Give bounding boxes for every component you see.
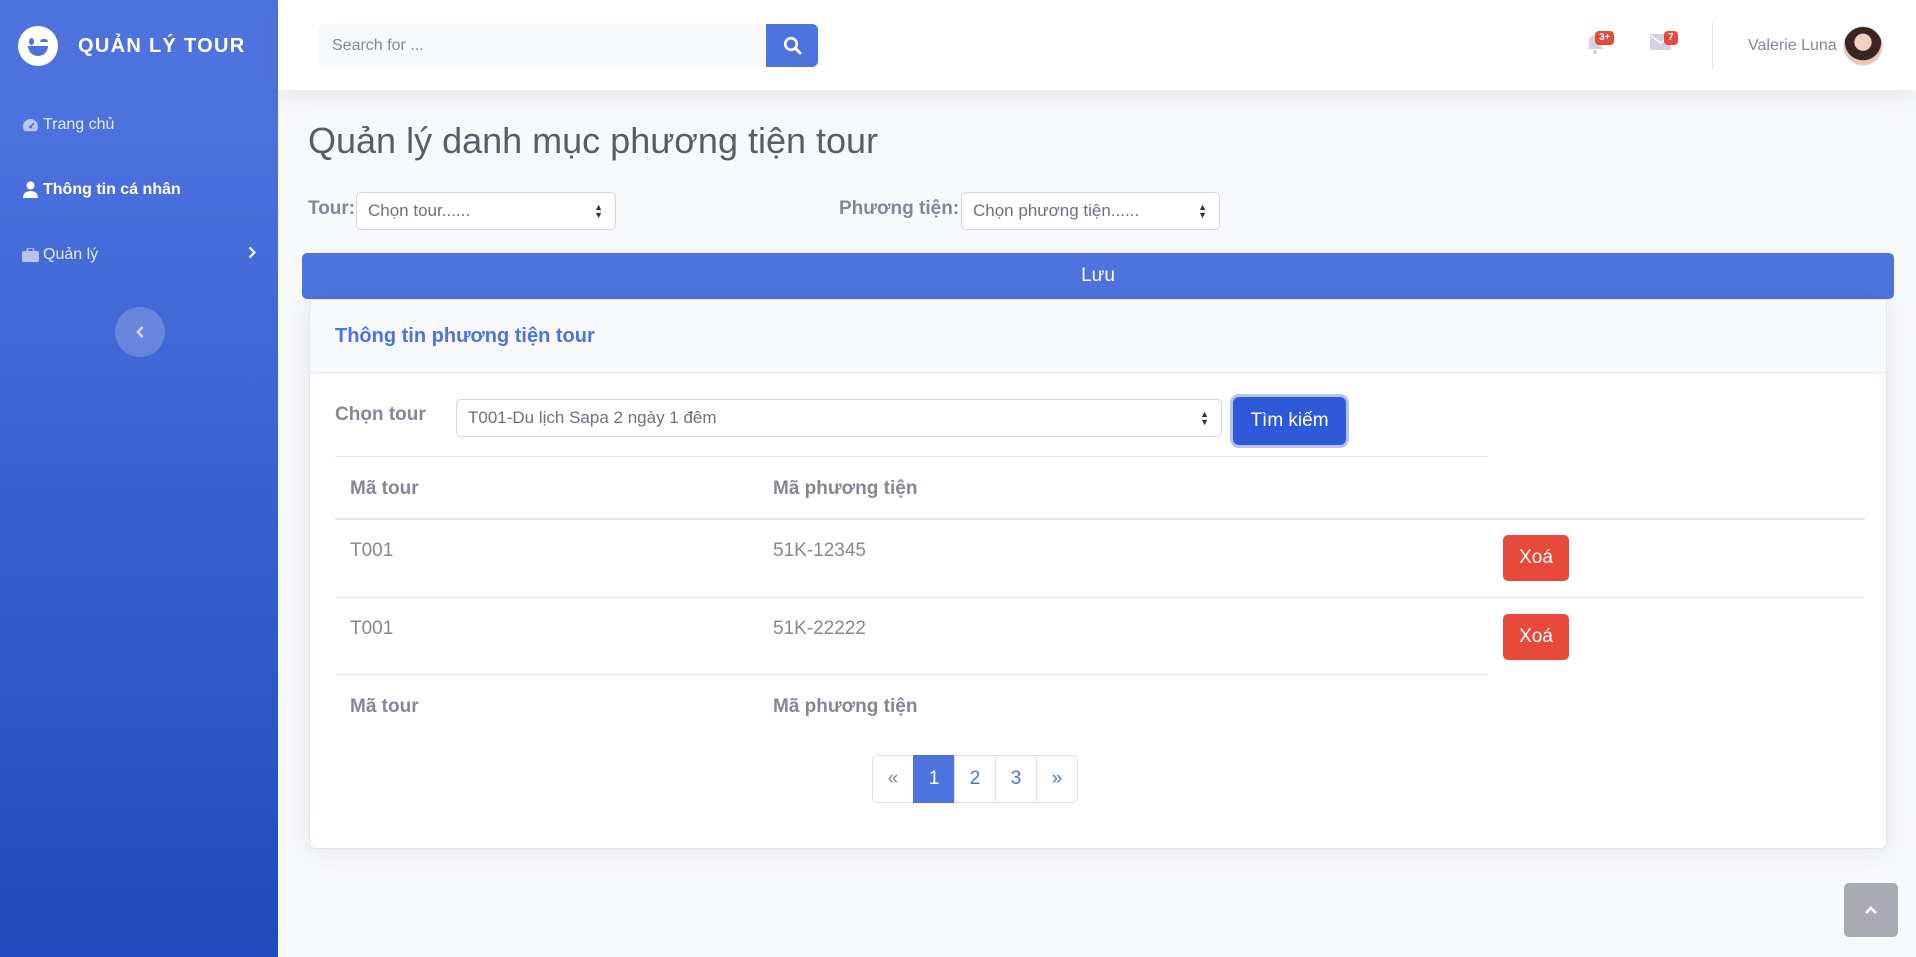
search-button[interactable] xyxy=(766,24,818,67)
briefcase-icon xyxy=(20,247,40,262)
cell-tour: T001 xyxy=(350,540,394,561)
column-header-tour: Mã tour xyxy=(350,478,419,499)
brand-title: QUẢN LÝ TOUR xyxy=(78,34,246,57)
table-divider xyxy=(335,456,1488,457)
sidebar-item-label: Thông tin cá nhân xyxy=(43,180,181,198)
search-input[interactable] xyxy=(318,24,766,67)
tour-label: Tour: xyxy=(308,198,356,219)
chevron-right-icon xyxy=(248,246,257,263)
chevron-up-icon xyxy=(1865,906,1877,914)
select-arrows-icon: ▲ ▼ xyxy=(594,202,603,220)
sidebar-toggle-button[interactable] xyxy=(115,307,165,357)
brand[interactable]: QUẢN LÝ TOUR xyxy=(0,0,278,92)
card-header: Thông tin phương tiện tour xyxy=(310,300,1886,373)
page-next[interactable]: » xyxy=(1036,755,1078,803)
alerts-dropdown[interactable]: 3+ xyxy=(1586,31,1615,59)
messages-dropdown[interactable]: 7 xyxy=(1650,31,1678,55)
column-header-vehicle: Mã phương tiện xyxy=(773,478,918,499)
choose-tour-label: Chọn tour xyxy=(335,404,426,425)
search-icon xyxy=(783,36,801,55)
topbar-search xyxy=(318,24,818,67)
messages-badge: 7 xyxy=(1664,31,1678,45)
avatar[interactable] xyxy=(1843,26,1883,66)
save-button[interactable]: Lưu xyxy=(302,253,1894,299)
page-3[interactable]: 3 xyxy=(995,755,1037,803)
laugh-wink-icon xyxy=(18,26,58,66)
page-2[interactable]: 2 xyxy=(954,755,996,803)
cell-vehicle: 51K-12345 xyxy=(773,540,866,561)
delete-button[interactable]: Xoá xyxy=(1503,535,1569,581)
row-divider xyxy=(335,597,1865,598)
vehicle-select-value: Chọn phương tiện...... xyxy=(973,201,1140,220)
topbar-divider xyxy=(1712,22,1713,70)
page-1[interactable]: 1 xyxy=(913,755,955,803)
tour-select-value: Chọn tour...... xyxy=(368,201,471,220)
pagination: « 1 2 3 » xyxy=(872,755,1078,803)
vehicle-select[interactable]: Chọn phương tiện...... ▲ ▼ xyxy=(961,192,1220,230)
choose-tour-value: T001-Du lịch Sapa 2 ngày 1 đêm xyxy=(468,408,717,427)
footer-header-tour: Mã tour xyxy=(350,696,419,717)
tour-select[interactable]: Chọn tour...... ▲ ▼ xyxy=(356,192,616,230)
select-arrows-icon: ▲ ▼ xyxy=(1200,409,1209,427)
delete-button[interactable]: Xoá xyxy=(1503,614,1569,660)
page-prev[interactable]: « xyxy=(872,755,914,803)
sidebar: QUẢN LÝ TOUR Trang chủ Thông tin cá nhân… xyxy=(0,0,278,957)
sidebar-item-profile[interactable]: Thông tin cá nhân xyxy=(0,157,278,222)
footer-header-vehicle: Mã phương tiện xyxy=(773,696,918,717)
table-header-divider xyxy=(335,518,1865,520)
scroll-to-top-button[interactable] xyxy=(1844,883,1898,937)
vehicle-card: Thông tin phương tiện tour Chọn tour T00… xyxy=(309,299,1887,849)
alerts-badge: 3+ xyxy=(1595,31,1615,45)
sidebar-item-label: Trang chủ xyxy=(43,115,115,133)
topbar: 3+ 7 Valerie Luna xyxy=(278,0,1916,90)
row-divider xyxy=(335,674,1488,675)
choose-tour-select[interactable]: T001-Du lịch Sapa 2 ngày 1 đêm ▲ ▼ xyxy=(456,399,1222,437)
sidebar-item-label: Quản lý xyxy=(43,245,99,263)
sidebar-item-manage[interactable]: Quản lý xyxy=(0,222,278,287)
vehicle-label: Phương tiện: xyxy=(839,198,960,219)
cell-tour: T001 xyxy=(350,618,394,639)
sidebar-item-home[interactable]: Trang chủ xyxy=(0,92,278,157)
tachometer-icon xyxy=(20,118,40,132)
user-icon xyxy=(20,181,40,198)
page-title: Quản lý danh mục phương tiện tour xyxy=(308,120,879,161)
search-tour-button[interactable]: Tìm kiếm xyxy=(1233,397,1346,445)
chevron-left-icon xyxy=(136,326,144,338)
select-arrows-icon: ▲ ▼ xyxy=(1198,202,1207,220)
cell-vehicle: 51K-22222 xyxy=(773,618,866,639)
user-name[interactable]: Valerie Luna xyxy=(1748,37,1837,55)
card-title: Thông tin phương tiện tour xyxy=(335,324,595,347)
